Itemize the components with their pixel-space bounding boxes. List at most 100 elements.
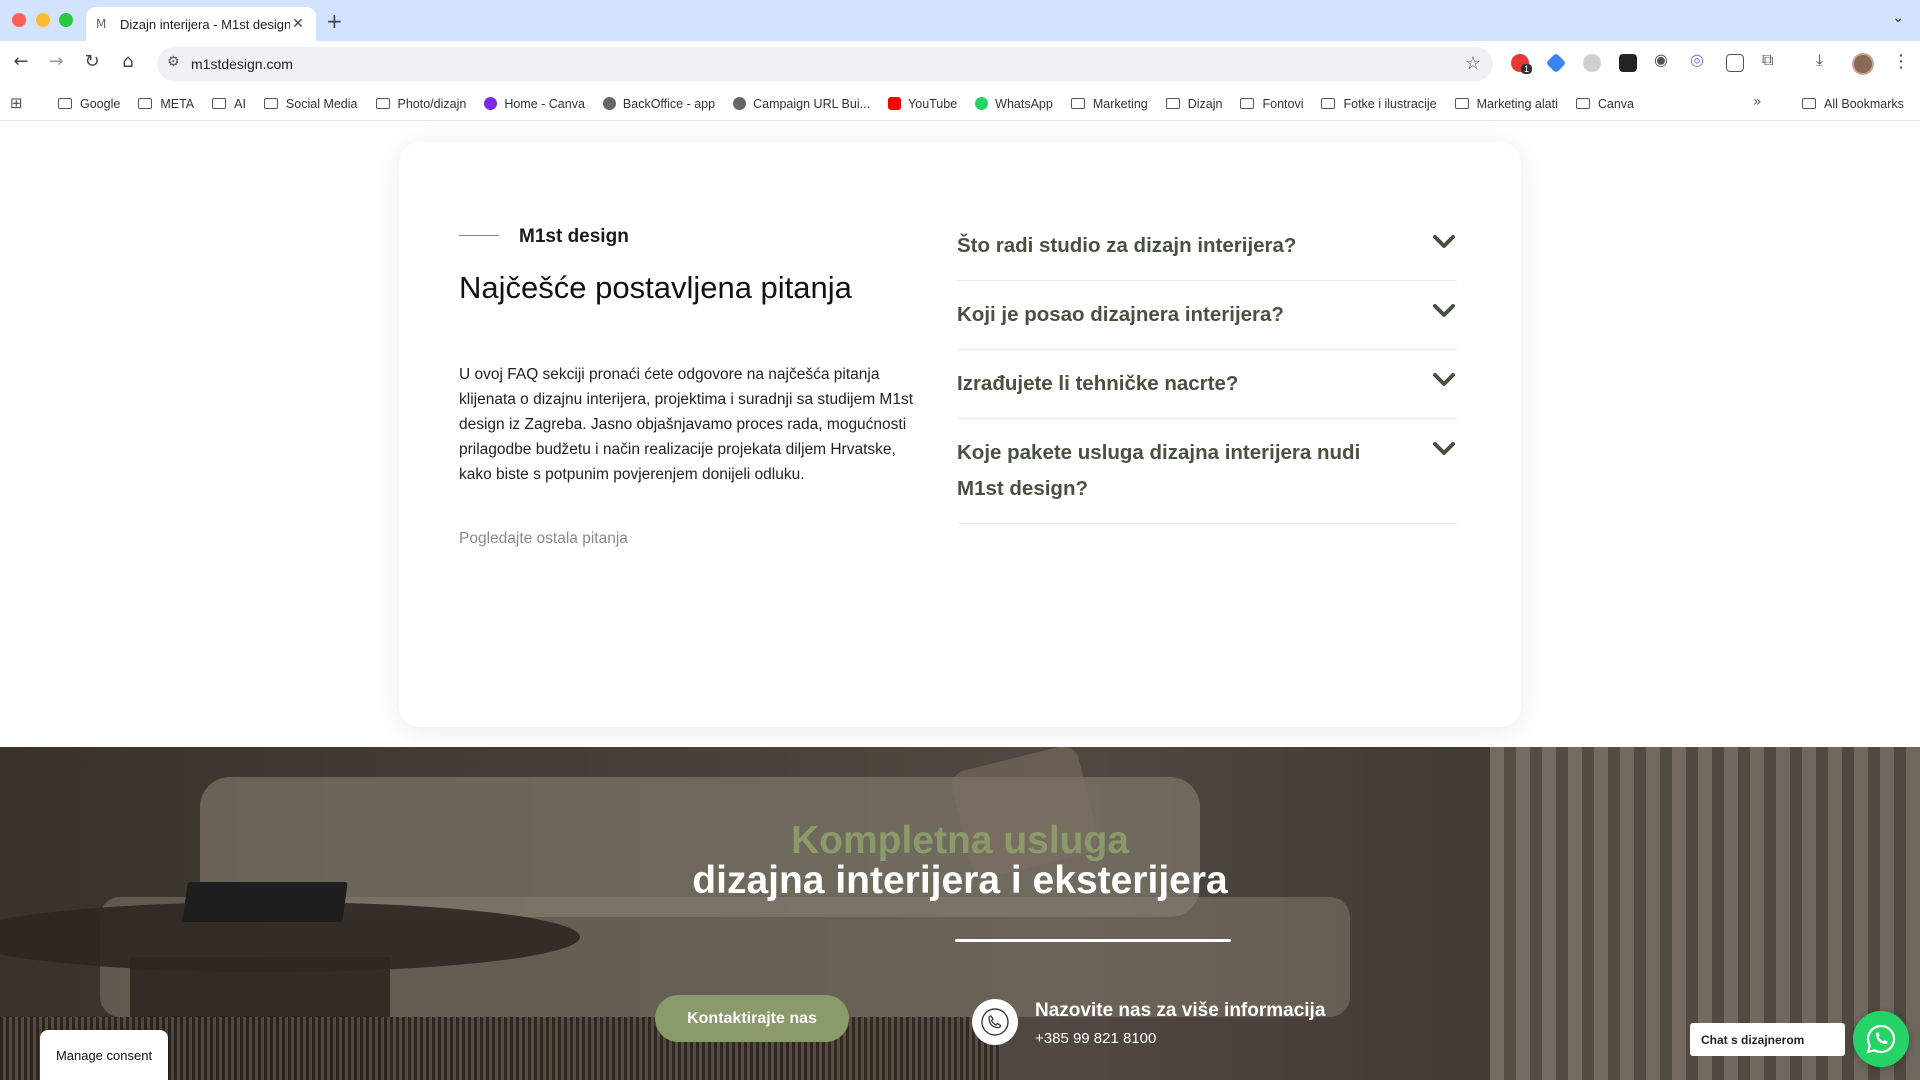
hero-main-heading: dizajna interijera i eksterijera [692, 859, 1228, 902]
faq-description: U ovoj FAQ sekciji pronaći ćete odgovore… [459, 366, 914, 483]
new-tab-icon[interactable]: + [326, 9, 343, 33]
browser-tab-active[interactable]: M Dizajn interijera - M1st design ✕ [86, 7, 316, 41]
reload-icon[interactable]: ↻ [80, 51, 104, 72]
folder-icon [138, 98, 153, 109]
faq-question: Koje pakete usluga dizajna interijera nu… [957, 441, 1361, 500]
manage-consent-button[interactable]: Manage consent [40, 1030, 168, 1080]
extension-badge: 1 [1521, 64, 1533, 74]
bookmark-label: Campaign URL Bui... [753, 96, 871, 111]
site-favicon-icon: M [96, 17, 107, 31]
faq-question: Izrađujete li tehničke nacrte? [957, 372, 1239, 395]
bookmarks-list: Google META AI Social Media Photo/dizajn Home… [58, 86, 1634, 121]
folder-icon [263, 98, 278, 109]
faq-question: Koji je posao dizajnera interijera? [957, 303, 1284, 326]
chevron-down-icon[interactable] [1433, 303, 1455, 319]
browser-menu-icon[interactable]: ⋮ [1892, 51, 1910, 72]
extension-tag-icon[interactable] [1545, 52, 1567, 74]
page-viewport: M1st design Najčešće postavljena pitanja… [0, 122, 1920, 1080]
chevron-down-icon[interactable] [1433, 372, 1455, 388]
forward-arrow-icon[interactable]: → [44, 51, 68, 72]
chat-with-designer-label[interactable]: Chat s dizajnerom [1690, 1023, 1845, 1056]
bookmark-label: BackOffice - app [622, 96, 716, 111]
profile-avatar[interactable] [1852, 53, 1874, 75]
folder-icon [1070, 98, 1085, 109]
bookmark-label: Photo/dizajn [397, 96, 467, 111]
browser-tab-bar: M Dizajn interijera - M1st design ✕ + ⌄ [0, 0, 1920, 41]
close-window-button[interactable] [12, 13, 26, 27]
bookmark-label: YouTube [908, 96, 958, 111]
bookmark-item[interactable]: Campaign URL Bui... [733, 97, 870, 111]
bookmark-star-icon[interactable]: ☆ [1465, 53, 1481, 74]
extension-camera-icon[interactable]: ◉ [1654, 50, 1668, 69]
bookmark-item[interactable]: Social Media [263, 97, 358, 111]
folder-icon [58, 98, 72, 109]
folder-icon [1240, 98, 1255, 109]
bookmark-item[interactable]: Home - Canva [484, 97, 585, 111]
hero-underline [955, 939, 1231, 942]
extensions-puzzle-icon[interactable]: ⧉ [1762, 50, 1773, 70]
home-icon[interactable]: ⌂ [116, 51, 140, 72]
minimize-window-button[interactable] [36, 13, 50, 27]
more-bookmarks-icon[interactable]: » [1753, 94, 1762, 110]
downloads-icon[interactable]: ⤓ [1816, 50, 1823, 70]
bookmark-item[interactable]: YouTube [888, 97, 957, 111]
eyebrow-divider [459, 235, 499, 236]
youtube-icon [888, 97, 902, 110]
bookmark-item[interactable]: Dizajn [1165, 97, 1222, 111]
chevron-down-icon[interactable] [1433, 234, 1455, 250]
hero-accent-heading: Kompletna usluga [790, 819, 1130, 862]
bookmark-item[interactable]: AI [212, 97, 246, 111]
extension-radio-icon[interactable]: ◎ [1690, 50, 1704, 69]
back-arrow-icon[interactable]: ← [9, 51, 33, 72]
apps-grid-icon[interactable]: ⊞ [10, 94, 23, 112]
bookmark-label: Marketing alati [1476, 96, 1558, 111]
bookmarks-bar: ⊞ Google META AI Social Media Photo/dizajn Ho… [0, 86, 1920, 121]
folder-icon [1321, 98, 1336, 109]
folder-icon [1165, 98, 1180, 109]
extension-moon-icon[interactable] [1583, 54, 1601, 72]
phone-cta-title: Nazovite nas za više informacija [1035, 1000, 1326, 1021]
address-bar[interactable]: ⚙ m1stdesign.com ☆ [157, 47, 1493, 81]
globe-icon [733, 97, 747, 110]
bookmark-label: Fontovi [1262, 96, 1304, 111]
bookmark-label: META [160, 96, 195, 111]
extension-clipboard-icon[interactable] [1726, 54, 1744, 72]
bookmark-item[interactable]: META [138, 97, 194, 111]
faq-item[interactable]: Što radi studio za dizajn interijera? [957, 212, 1457, 281]
folder-icon [1802, 98, 1816, 109]
faq-question: Što radi studio za dizajn interijera? [957, 234, 1297, 257]
extension-font-icon[interactable] [1619, 54, 1637, 72]
bookmark-label: Canva [1597, 96, 1635, 111]
phone-number[interactable]: +385 99 821 8100 [1035, 1030, 1156, 1047]
faq-item[interactable]: Koji je posao dizajnera interijera? [957, 281, 1457, 350]
faq-item[interactable]: Izrađujete li tehničke nacrte? [957, 350, 1457, 419]
site-info-icon[interactable]: ⚙ [167, 54, 180, 70]
faq-item[interactable]: Koje pakete usluga dizajna interijera nu… [957, 419, 1457, 524]
whatsapp-chat-button[interactable] [1853, 1011, 1909, 1067]
tab-search-chevron-icon[interactable]: ⌄ [1892, 10, 1904, 26]
bookmark-item[interactable]: BackOffice - app [602, 96, 716, 111]
bookmark-item[interactable]: Marketing [1070, 96, 1148, 111]
bookmark-item[interactable]: WhatsApp [975, 97, 1053, 111]
bookmark-item[interactable]: Marketing alati [1454, 96, 1558, 111]
globe-icon [602, 97, 616, 110]
phone-icon [972, 999, 1018, 1045]
bookmark-label: Fotke i ilustracije [1343, 96, 1437, 111]
close-tab-icon[interactable]: ✕ [290, 16, 306, 32]
chevron-down-icon[interactable] [1433, 441, 1455, 457]
faq-accordion: Što radi studio za dizajn interijera? Koj… [957, 212, 1457, 524]
canva-icon [484, 97, 498, 110]
bookmark-item[interactable]: Canva [1575, 96, 1635, 111]
more-questions-link[interactable]: Pogledajte ostala pitanja [459, 530, 628, 548]
bookmark-item[interactable]: Photo/dizajn [375, 96, 467, 111]
all-bookmarks-button[interactable]: All Bookmarks [1802, 86, 1904, 121]
maximize-window-button[interactable] [59, 13, 73, 27]
bookmark-item[interactable]: Google [58, 97, 120, 111]
bookmark-item[interactable]: Fotke i ilustracije [1321, 96, 1437, 111]
bookmark-label: Marketing [1092, 96, 1148, 111]
hero-banner: Kompletna usluga dizajna interijera i ek… [0, 747, 1920, 1080]
folder-icon [375, 98, 390, 109]
contact-us-button[interactable]: Kontaktirajte nas [655, 995, 849, 1042]
whatsapp-icon [975, 97, 989, 110]
bookmark-item[interactable]: Fontovi [1240, 97, 1303, 111]
